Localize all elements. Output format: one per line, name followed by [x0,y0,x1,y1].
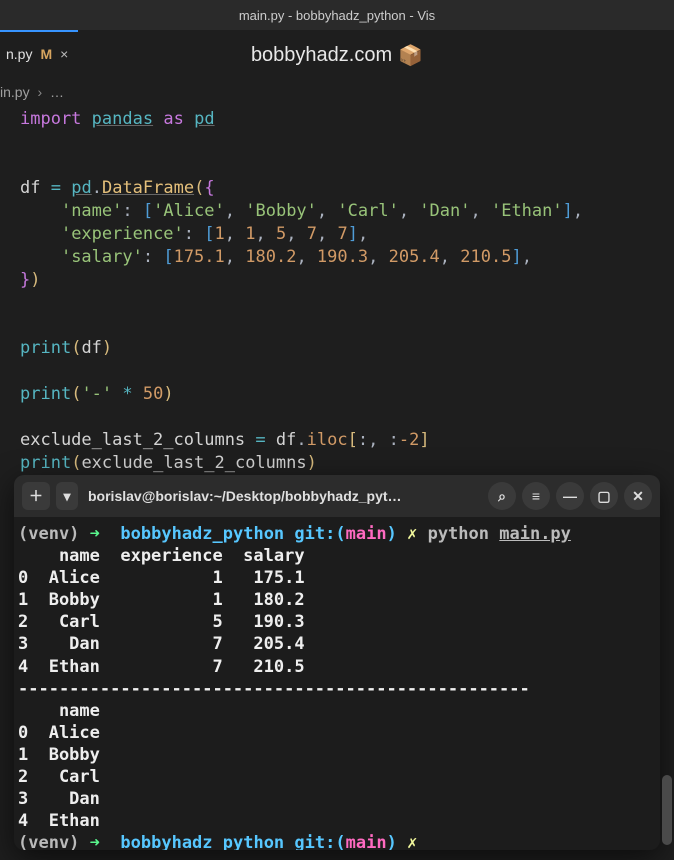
output-row: 3 Dan [18,789,100,809]
alias-pd: pd [194,109,214,129]
command-file: main.py [499,524,571,544]
chevron-down-icon: ▾ [63,488,70,505]
output-row: 0 Alice 1 175.1 [18,568,305,588]
keyword-as: as [163,109,183,129]
output2-header: name [18,701,100,721]
close-icon: ✕ [632,488,644,505]
breadcrumb-rest: … [50,84,64,100]
class-dataframe: DataFrame [102,178,194,198]
output-row: 0 Alice [18,723,100,743]
key-name: 'name' [61,201,122,221]
git-branch: main [346,524,387,544]
tab-row: n.py M × [0,30,78,75]
code-editor[interactable]: import pandas as pd df = pd.DataFrame({ … [0,104,674,475]
prompt-venv: (venv) [18,524,79,544]
command-python: python [428,524,489,544]
terminal-body[interactable]: (venv) ➜ bobbyhadz_python git:(main) ✗ p… [14,517,660,850]
tab-filename: n.py [6,46,32,62]
terminal-title: borislav@borislav:~/Desktop/bobbyhadz_py… [88,488,482,504]
hamburger-icon: ≡ [532,488,540,504]
key-experience: 'experience' [61,224,184,244]
output-row: 2 Carl [18,767,100,787]
maximize-icon: ▢ [597,488,610,505]
output-row: 2 Carl 5 190.3 [18,612,305,632]
tab-dropdown-button[interactable]: ▾ [56,482,78,510]
output-separator: ----------------------------------------… [18,679,530,699]
output-header: name experience salary [18,546,305,566]
git-dirty-icon: ✗ [407,524,417,544]
site-name: bobbyhadz.com [251,44,392,67]
menu-button[interactable]: ≡ [522,482,550,510]
prompt-arrow: ➜ [90,524,100,544]
tab-main-py[interactable]: n.py M × [0,30,78,75]
git-label: git: [294,524,335,544]
minimize-icon: — [563,488,577,504]
maximize-button[interactable]: ▢ [590,482,618,510]
fn-print: print [20,338,71,358]
keyword-import: import [20,109,81,129]
module-pandas: pandas [92,109,153,129]
var-df: df [20,178,40,198]
scrollbar-thumb[interactable] [662,775,672,845]
output-row: 1 Bobby 1 180.2 [18,590,305,610]
op-assign: = [51,178,61,198]
plus-icon: ＋ [29,486,43,506]
modified-badge: M [40,46,52,62]
window-titlebar: main.py - bobbyhadz_python - Vis [0,0,674,30]
close-icon[interactable]: × [60,46,68,62]
terminal-titlebar[interactable]: ＋ ▾ borislav@borislav:~/Desktop/bobbyhad… [14,475,660,517]
search-button[interactable]: ⌕ [488,482,516,510]
prop-iloc: iloc [307,430,348,450]
search-icon: ⌕ [498,488,506,505]
terminal-scrollbar[interactable] [662,475,672,850]
terminal-window: ＋ ▾ borislav@borislav:~/Desktop/bobbyhad… [14,475,660,850]
minimize-button[interactable]: — [556,482,584,510]
output-row: 1 Bobby [18,745,100,765]
breadcrumb[interactable]: in.py › … [0,80,674,104]
prompt-path: bobbyhadz_python [120,524,284,544]
key-salary: 'salary' [61,247,143,267]
site-header: bobbyhadz.com 📦 [0,30,674,80]
window-title: main.py - bobbyhadz_python - Vis [239,8,435,23]
output-row: 3 Dan 7 205.4 [18,634,305,654]
breadcrumb-file: in.py [0,84,30,100]
var-exclude: exclude_last_2_columns [20,430,245,450]
ref-pd: pd [71,178,91,198]
new-tab-button[interactable]: ＋ [22,482,50,510]
cube-icon: 📦 [398,43,423,68]
chevron-right-icon: › [37,84,42,100]
output-row: 4 Ethan [18,811,100,831]
close-window-button[interactable]: ✕ [624,482,652,510]
output-row: 4 Ethan 7 210.5 [18,657,305,677]
